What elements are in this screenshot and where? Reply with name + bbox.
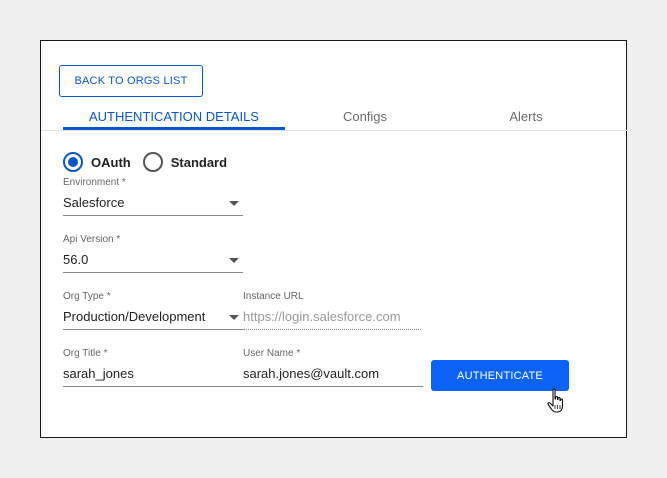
caret-down-icon <box>229 258 239 263</box>
environment-label: Environment * <box>63 177 126 188</box>
active-tab-indicator <box>63 127 285 130</box>
auth-type-radio-group: OAuth Standard <box>63 151 239 173</box>
environment-select[interactable]: Salesforce <box>63 190 243 216</box>
instance-url-label: Instance URL <box>243 291 304 302</box>
back-to-orgs-button[interactable]: BACK TO ORGS LIST <box>59 65 203 97</box>
caret-down-icon <box>229 201 239 206</box>
auth-panel: BACK TO ORGS LIST AUTHENTICATION DETAILS… <box>40 40 627 438</box>
instance-url-field: Instance URL https://login.salesforce.co… <box>243 290 421 330</box>
org-title-value: sarah_jones <box>63 366 134 381</box>
tab-alerts[interactable]: Alerts <box>466 101 586 131</box>
user-name-field: User Name * sarah.jones@vault.com <box>243 347 423 387</box>
hand-pointer-icon <box>547 388 564 413</box>
org-title-label: Org Title * <box>63 348 108 359</box>
org-title-field: Org Title * sarah_jones <box>63 347 243 387</box>
org-type-select[interactable]: Production/Development <box>63 304 243 330</box>
api-version-field: Api Version * 56.0 <box>63 233 243 273</box>
org-title-input[interactable]: sarah_jones <box>63 361 243 387</box>
org-type-field: Org Type * Production/Development <box>63 290 243 330</box>
environment-field: Environment * Salesforce <box>63 176 243 216</box>
instance-url-input[interactable]: https://login.salesforce.com <box>243 304 421 330</box>
org-type-label: Org Type * <box>63 291 111 302</box>
user-name-input[interactable]: sarah.jones@vault.com <box>243 361 423 387</box>
authenticate-button[interactable]: AUTHENTICATE <box>431 360 569 391</box>
standard-radio[interactable] <box>142 152 163 172</box>
tab-configs[interactable]: Configs <box>305 101 425 131</box>
api-version-label: Api Version * <box>63 234 121 245</box>
standard-radio-label: Standard <box>170 154 228 170</box>
user-name-value: sarah.jones@vault.com <box>243 366 380 381</box>
org-type-value: Production/Development <box>63 309 206 324</box>
instance-url-placeholder: https://login.salesforce.com <box>243 309 401 324</box>
user-name-label: User Name * <box>243 348 301 359</box>
environment-value: Salesforce <box>63 195 125 210</box>
api-version-value: 56.0 <box>63 252 89 267</box>
api-version-select[interactable]: 56.0 <box>63 247 243 273</box>
oauth-radio-label: OAuth <box>91 154 131 170</box>
oauth-radio[interactable] <box>63 152 83 172</box>
caret-down-icon <box>229 315 239 320</box>
